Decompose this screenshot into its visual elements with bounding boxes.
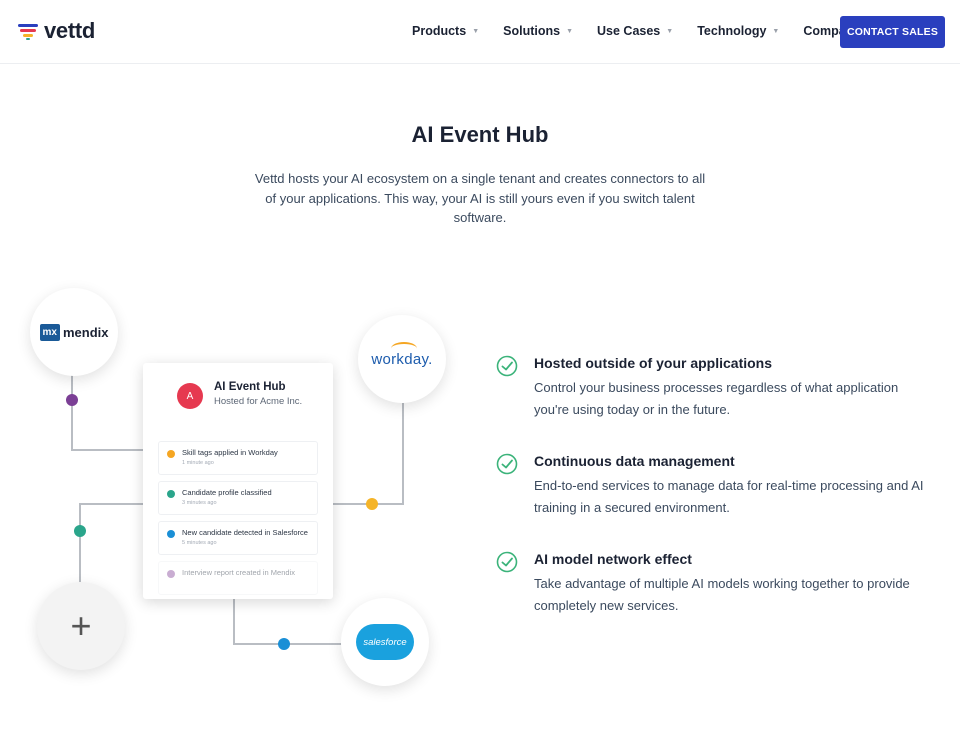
nav-item-solutions[interactable]: Solutions ▼	[503, 24, 573, 38]
event-title: Interview report created in Mendix	[182, 568, 295, 577]
check-circle-icon	[496, 551, 518, 573]
connector-dot-purple	[66, 394, 78, 406]
site-header: vettd Products ▼ Solutions ▼ Use Cases ▼…	[0, 0, 960, 64]
hub-card: A AI Event Hub Hosted for Acme Inc. Skil…	[143, 363, 333, 599]
add-integration-button[interactable]: +	[37, 582, 125, 670]
integration-diagram: mx mendix workday. + salesforce A AI Eve…	[0, 280, 460, 700]
event-time: 1 minute ago	[182, 460, 214, 466]
chevron-down-icon: ▼	[772, 27, 780, 35]
nav-label: Products	[412, 24, 467, 38]
chevron-down-icon: ▼	[566, 27, 574, 35]
workday-name: workday.	[371, 341, 432, 368]
nav-label: Solutions	[503, 24, 561, 38]
connector-dot-blue	[278, 638, 290, 650]
event-title: Skill tags applied in Workday	[182, 448, 278, 457]
event-status-dot	[167, 450, 175, 458]
workday-arc-icon	[391, 341, 418, 355]
workday-logo: workday.	[358, 315, 446, 403]
mendix-logo: mx mendix	[30, 288, 118, 376]
event-title: Candidate profile classified	[182, 488, 272, 497]
brand-logo[interactable]: vettd	[18, 18, 95, 44]
page-title: AI Event Hub	[411, 122, 549, 147]
feature-item: Continuous data management End-to-end se…	[496, 453, 936, 523]
connector-workday	[333, 403, 404, 505]
intro-description: Vettd hosts your AI ecosystem on a singl…	[254, 171, 706, 225]
chevron-down-icon: ▼	[666, 27, 674, 35]
check-circle-icon	[496, 453, 518, 475]
connector-salesforce	[233, 599, 341, 645]
feature-title: AI model network effect	[534, 551, 692, 567]
feature-item: AI model network effect Take advantage o…	[496, 551, 936, 621]
feature-description: End-to-end services to manage data for r…	[534, 478, 924, 515]
feature-item: Hosted outside of your applications Cont…	[496, 355, 936, 425]
brand-name: vettd	[44, 18, 96, 43]
contact-sales-button[interactable]: CONTACT SALES	[840, 16, 945, 48]
nav-label: Technology	[697, 24, 767, 38]
feature-description: Take advantage of multiple AI models wor…	[534, 576, 910, 613]
feature-description: Control your business processes regardle…	[534, 380, 899, 417]
connector-mendix	[71, 372, 143, 451]
hub-subtitle: Hosted for Acme Inc.	[214, 396, 303, 407]
event-status-dot	[167, 490, 175, 498]
event-status-dot	[167, 530, 175, 538]
nav-label: Use Cases	[597, 24, 661, 38]
event-time: 5 minutes ago	[182, 540, 217, 546]
event-time: 3 minutes ago	[182, 500, 217, 506]
feature-title: Continuous data management	[534, 453, 735, 469]
list-item: New candidate detected in Salesforce 5 m…	[158, 521, 318, 555]
connector-dot-orange	[366, 498, 378, 510]
check-circle-icon	[496, 355, 518, 377]
main-nav: Products ▼ Solutions ▼ Use Cases ▼ Techn…	[412, 24, 897, 38]
list-item: Interview report created in Mendix	[158, 561, 318, 595]
salesforce-name: salesforce	[363, 636, 407, 648]
mendix-badge: mx	[39, 323, 60, 341]
feature-title: Hosted outside of your applications	[534, 355, 773, 371]
connector-add	[79, 503, 143, 582]
chevron-down-icon: ▼	[472, 27, 480, 35]
nav-item-technology[interactable]: Technology ▼	[697, 24, 779, 38]
list-item: Candidate profile classified 3 minutes a…	[158, 481, 318, 515]
plus-icon: +	[70, 605, 92, 646]
nav-item-use-cases[interactable]: Use Cases ▼	[597, 24, 673, 38]
event-status-dot	[167, 570, 175, 578]
salesforce-cloud-icon: salesforce	[356, 624, 414, 660]
connector-dot-teal	[74, 525, 86, 537]
hub-title: AI Event Hub	[214, 381, 286, 393]
avatar: A	[177, 383, 203, 409]
vettd-logo-icon	[18, 22, 38, 40]
nav-item-products[interactable]: Products ▼	[412, 24, 479, 38]
list-item: Skill tags applied in Workday 1 minute a…	[158, 441, 318, 475]
mendix-name: mendix	[62, 324, 109, 340]
salesforce-logo: salesforce	[341, 598, 429, 686]
event-title: New candidate detected in Salesforce	[182, 528, 308, 537]
